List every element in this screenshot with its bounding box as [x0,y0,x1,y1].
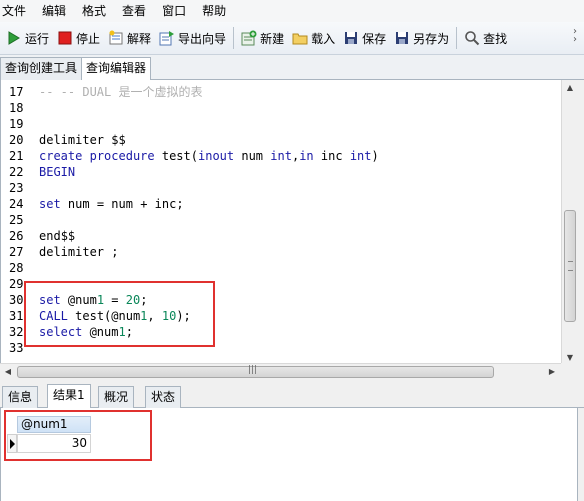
menu-view[interactable]: 查看 [114,0,154,22]
run-button[interactable]: 运行 [2,25,53,51]
save-button[interactable]: 保存 [339,25,390,51]
find-label: 查找 [483,31,508,46]
code-text: set num = num + inc; [39,197,184,211]
line-number: 22 [9,165,24,179]
scroll-right-icon[interactable]: ▶ [544,364,560,380]
editor-vertical-scrollbar[interactable]: ▲ ▼ [561,80,578,366]
menu-help[interactable]: 帮助 [194,0,234,22]
run-label: 运行 [25,31,50,46]
scroll-thumb[interactable] [564,210,576,322]
code-text: delimiter $$ [39,133,126,147]
editor-tab-bar: 查询创建工具 查询编辑器 [0,55,584,81]
code-text: end$$ [39,229,76,243]
load-button[interactable]: 载入 [288,25,339,51]
scroll-left-icon[interactable]: ◀ [0,364,16,380]
tab-query-editor[interactable]: 查询编辑器 [81,57,152,81]
save-label: 保存 [362,31,387,46]
line-number: 21 [9,149,24,163]
new-query-icon [241,30,257,46]
save-as-icon [394,30,410,46]
highlight-box-code [24,281,215,347]
line-number: 19 [9,117,24,131]
menu-edit[interactable]: 编辑 [34,0,74,22]
editor-line[interactable]: 28 [1,260,39,276]
new-label: 新建 [260,31,285,46]
load-label: 载入 [311,31,336,46]
explain-label: 解释 [127,31,152,46]
editor-line[interactable]: 27 delimiter ; [1,244,118,260]
line-number: 20 [9,133,24,147]
menu-window[interactable]: 窗口 [154,0,194,22]
line-number: 25 [9,213,24,227]
stop-button[interactable]: 停止 [53,25,104,51]
search-icon [464,30,480,46]
editor-line[interactable]: 18 [1,100,39,116]
toolbar-separator [456,27,458,49]
explain-button[interactable]: 解释 [104,25,155,51]
editor-line[interactable]: 20 delimiter $$ [1,132,126,148]
editor-line[interactable]: 22 BEGIN [1,164,75,180]
toolbar-overflow-icon[interactable]: › › [570,27,580,48]
new-button[interactable]: 新建 [237,25,288,51]
line-number: 23 [9,181,24,195]
line-number: 17 [9,85,24,99]
export-wizard-button[interactable]: 导出向导 [155,25,230,51]
tab-result1[interactable]: 结果1 [47,384,91,408]
save-as-button[interactable]: 另存为 [390,25,453,51]
find-button[interactable]: 查找 [460,25,511,51]
editor-line[interactable]: 19 [1,116,39,132]
tab-status[interactable]: 状态 [145,386,182,408]
save-as-label: 另存为 [413,31,450,46]
tab-query-builder[interactable]: 查询创建工具 [0,57,83,80]
menu-bar: 文件 编辑 格式 查看 窗口 帮助 [0,0,584,22]
editor-line[interactable]: 24 set num = num + inc; [1,196,184,212]
toolbar: 运行 停止 解释 导出向导 新建 载入 保存 另存为 查找 › › [0,22,584,55]
code-text: delimiter ; [39,245,119,259]
save-icon [343,30,359,46]
result-tab-bar: 信息 结果1 概况 状态 [0,383,584,408]
tab-profile[interactable]: 概况 [98,386,135,408]
export-wizard-label: 导出向导 [178,31,227,46]
folder-icon [292,30,308,46]
line-number: 28 [9,261,24,275]
line-number: 26 [9,229,24,243]
code-text: create procedure test(inout num int,in i… [39,149,379,163]
play-icon [6,30,22,46]
code-text: BEGIN [39,165,76,179]
scrollbar-corner [561,363,578,380]
toolbar-separator [233,27,235,49]
editor-line[interactable]: 23 [1,180,39,196]
editor-horizontal-scrollbar[interactable]: ◀ ||| ▶ [0,363,561,380]
explain-icon [108,30,124,46]
menu-format[interactable]: 格式 [74,0,114,22]
stop-icon [57,30,73,46]
menu-file[interactable]: 文件 [0,0,34,22]
line-number: 24 [9,197,24,211]
stop-label: 停止 [76,31,101,46]
editor-line[interactable]: 17 -- -- DUAL 是一个虚拟的表 [1,84,202,100]
scroll-up-icon[interactable]: ▲ [562,80,578,96]
scroll-thumb[interactable]: ||| [17,365,494,378]
editor-line[interactable]: 25 [1,212,39,228]
tab-info[interactable]: 信息 [2,386,39,408]
code-text: -- -- DUAL 是一个虚拟的表 [39,85,203,99]
editor-line[interactable]: 21 create procedure test(inout num int,in… [1,148,379,164]
editor-line[interactable]: 26 end$$ [1,228,75,244]
line-number: 27 [9,245,24,259]
highlight-box-result [4,410,152,461]
export-icon [159,30,175,46]
line-number: 18 [9,101,24,115]
